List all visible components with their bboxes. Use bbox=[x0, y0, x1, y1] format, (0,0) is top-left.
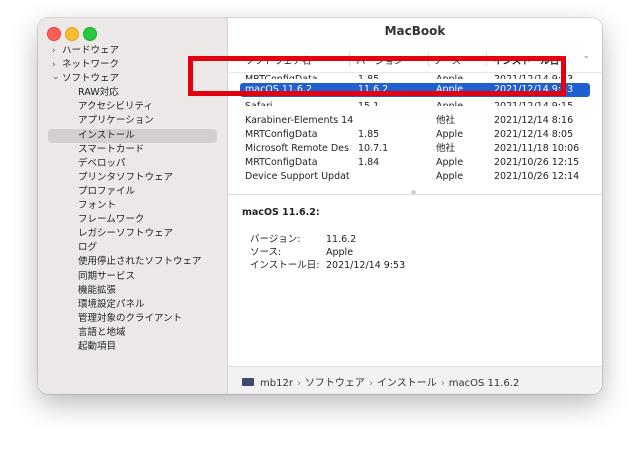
sidebar-item[interactable]: 使用停止されたソフトウェア bbox=[38, 255, 227, 269]
breadcrumb: mb12r › ソフトウェア › インストール › macOS 11.6.2 bbox=[242, 374, 519, 389]
detail-pane: macOS 11.6.2: バージョン: 11.6.2 ソース: Apple インス… bbox=[228, 195, 602, 367]
sidebar-item[interactable]: インストール bbox=[48, 128, 217, 143]
detail-value: 2021/12/14 9:53 bbox=[326, 260, 406, 271]
sidebar-item[interactable]: 起動項目 bbox=[38, 340, 227, 354]
table-cell: Device Support Updat bbox=[245, 171, 350, 182]
sidebar-item[interactable]: 同期サービス bbox=[38, 270, 227, 284]
table-row[interactable]: Device Support Updat Apple 2021/10/26 12:1… bbox=[240, 170, 590, 184]
sidebar-item[interactable]: フレームワーク bbox=[38, 213, 227, 227]
detail-label: バージョン: bbox=[250, 234, 301, 245]
detail-row-install-date: インストール日: 2021/12/14 9:53 bbox=[250, 257, 405, 271]
computer-icon bbox=[242, 378, 254, 386]
sidebar-item[interactable]: アプリケーション bbox=[38, 114, 227, 128]
table-cell: 2021/10/26 12:15 bbox=[494, 157, 580, 168]
table-cell: 2021/12/14 8:05 bbox=[494, 129, 574, 140]
sidebar-item[interactable]: ログ bbox=[38, 241, 227, 255]
breadcrumb-item[interactable]: インストール bbox=[377, 378, 437, 389]
sort-chevron-icon[interactable]: ⌄ bbox=[582, 51, 590, 61]
sidebar-item[interactable]: スマートカード bbox=[38, 143, 227, 157]
annotation-highlight-box bbox=[188, 56, 566, 96]
detail-label: インストール日: bbox=[250, 260, 320, 271]
sidebar-item-label: 言語と地域 bbox=[78, 326, 126, 338]
sidebar-item-label: アプリケーション bbox=[78, 115, 154, 127]
sidebar-item[interactable]: アクセシビリティ bbox=[38, 100, 227, 114]
table-cell: 2021/10/26 12:14 bbox=[494, 171, 580, 182]
sidebar-item-label: ネットワーク bbox=[62, 59, 120, 71]
sidebar-item[interactable]: 管理対象のクライアント bbox=[38, 312, 227, 326]
sidebar-item-label: ソフトウェア bbox=[62, 73, 120, 85]
table-cell: 2021/12/14 9:15 bbox=[494, 100, 590, 106]
sidebar-item-label: デベロッパ bbox=[78, 157, 126, 169]
sidebar-item[interactable]: フォント bbox=[38, 199, 227, 213]
table-cell: Apple bbox=[436, 157, 464, 168]
sidebar-item-label: スマートカード bbox=[78, 143, 145, 155]
path-bar: mb12r › ソフトウェア › インストール › macOS 11.6.2 bbox=[228, 366, 602, 394]
table-cell: Microsoft Remote Des bbox=[245, 143, 350, 154]
sidebar-item-label: ハードウェア bbox=[62, 45, 120, 56]
minimize-window-button[interactable] bbox=[65, 27, 79, 41]
sidebar-item-label: アクセシビリティ bbox=[78, 101, 153, 113]
sidebar-item[interactable]: レガシーソフトウェア bbox=[38, 227, 227, 241]
sidebar-item-label: プロファイル bbox=[78, 185, 136, 197]
table-row[interactable]: Karabiner-Elements 14 他社 2021/12/14 8:16 bbox=[240, 114, 590, 128]
table-cell: Apple bbox=[436, 100, 491, 106]
table-cell: Karabiner-Elements 14 bbox=[245, 115, 354, 126]
detail-row-source: ソース: Apple bbox=[250, 244, 353, 258]
sidebar-item-label: RAW対応 bbox=[78, 87, 119, 99]
sidebar-item[interactable]: 言語と地域 bbox=[38, 326, 227, 340]
table-cell: 2021/11/18 10:06 bbox=[494, 143, 580, 154]
table-cell: 1.85 bbox=[358, 129, 380, 140]
breadcrumb-item[interactable]: mb12r bbox=[260, 378, 293, 389]
table-cell: 他社 bbox=[436, 143, 456, 154]
sidebar-item-label: プリンタソフトウェア bbox=[78, 171, 174, 183]
table-cell: Apple bbox=[436, 171, 464, 182]
sidebar-item-label: 使用停止されたソフトウェア bbox=[78, 256, 202, 268]
detail-row-version: バージョン: 11.6.2 bbox=[250, 231, 356, 245]
table-cell: 2021/12/14 8:16 bbox=[494, 115, 574, 126]
sidebar-item-label: ログ bbox=[78, 242, 98, 254]
chevron-right-icon[interactable]: › bbox=[52, 44, 62, 58]
table-cell: MRTConfigData bbox=[245, 157, 318, 168]
sidebar-item[interactable]: プロファイル bbox=[38, 185, 227, 199]
zoom-window-button[interactable] bbox=[83, 27, 97, 41]
sidebar-item-label: 同期サービス bbox=[78, 270, 136, 282]
sidebar-item-label: 環境設定パネル bbox=[78, 298, 145, 310]
detail-title: macOS 11.6.2: bbox=[242, 207, 320, 218]
sidebar-item-label: フレームワーク bbox=[78, 214, 145, 226]
sidebar-item[interactable]: デベロッパ bbox=[38, 157, 227, 171]
breadcrumb-item[interactable]: macOS 11.6.2 bbox=[449, 378, 520, 389]
sidebar-item[interactable]: 機能拡張 bbox=[38, 284, 227, 298]
sidebar-item-label: レガシーソフトウェア bbox=[78, 228, 174, 240]
sidebar-item-label: 機能拡張 bbox=[78, 284, 117, 296]
table-row[interactable]: Microsoft Remote Des 10.7.1 他社 2021/11/18 1… bbox=[240, 142, 590, 156]
close-window-button[interactable] bbox=[47, 27, 61, 41]
sidebar-item-label: インストール bbox=[78, 129, 135, 141]
breadcrumb-chevron-icon: › bbox=[296, 378, 301, 389]
detail-label: ソース: bbox=[250, 247, 282, 258]
table-row[interactable]: MRTConfigData 1.85 Apple 2021/12/14 8:05 bbox=[240, 128, 590, 142]
breadcrumb-item[interactable]: ソフトウェア bbox=[305, 378, 365, 389]
table-cell: MRTConfigData bbox=[245, 129, 318, 140]
table-cell: 10.7.1 bbox=[358, 143, 389, 154]
sidebar-item-label: 起動項目 bbox=[78, 340, 117, 352]
table-cell: Apple bbox=[436, 129, 464, 140]
breadcrumb-chevron-icon: › bbox=[440, 378, 445, 389]
sidebar-item[interactable]: プリンタソフトウェア bbox=[38, 171, 227, 185]
chevron-down-icon[interactable]: ⌄ bbox=[52, 70, 62, 84]
breadcrumb-chevron-icon: › bbox=[368, 378, 373, 389]
sidebar-item-label: フォント bbox=[78, 200, 117, 212]
sidebar-item-label: 管理対象のクライアント bbox=[78, 312, 183, 324]
table-cell: 1.84 bbox=[358, 157, 380, 168]
table-cell: 他社 bbox=[436, 115, 456, 126]
table-cell: Safari bbox=[245, 100, 355, 106]
sidebar-item[interactable]: 環境設定パネル bbox=[38, 298, 227, 312]
window-title: MacBook bbox=[384, 24, 446, 38]
table-row[interactable]: Safari15.1 Apple2021/12/14 9:15 bbox=[240, 100, 590, 106]
table-row[interactable]: MRTConfigData 1.84 Apple 2021/10/26 12:15 bbox=[240, 156, 590, 170]
table-cell: 15.1 bbox=[358, 100, 428, 106]
